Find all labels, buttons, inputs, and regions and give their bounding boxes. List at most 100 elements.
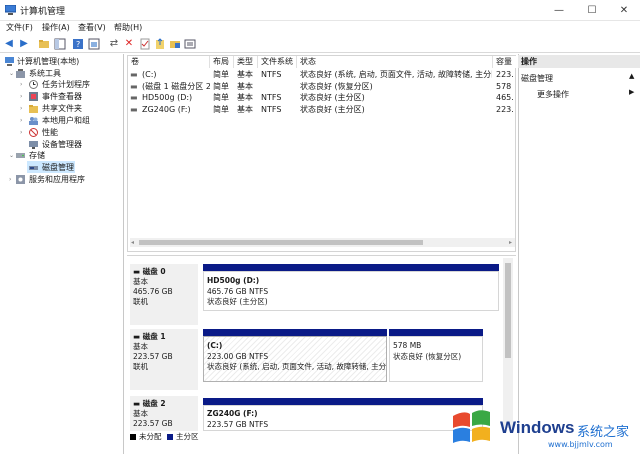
expand-icon[interactable]: › [20,117,26,124]
watermark-brand: Windows [500,418,575,437]
col-header-type[interactable]: 类型 [234,56,258,68]
watermark-cn: 系统之家 [577,425,630,440]
expand-icon[interactable]: › [20,93,26,100]
back-arrow-icon[interactable]: ◀ [3,38,15,50]
col-header-volume[interactable]: 卷 [128,56,210,68]
actions-disk-management[interactable]: 磁盘管理 [521,73,553,84]
partition-status: 状态良好 (恢复分区) [393,351,462,361]
cell-capacity: 578 [496,81,512,91]
cell-volume: (C:) [142,70,157,79]
collapse-icon[interactable]: ⌄ [9,152,15,159]
col-header-filesystem[interactable]: 文件系统 [258,56,297,68]
col-header-status[interactable]: 状态 [297,56,493,68]
properties-icon[interactable] [88,38,100,50]
cell-type: 基本 [237,93,253,102]
col-header-capacity[interactable]: 容量 [493,56,517,68]
connect-icon[interactable]: ⇄ [108,38,120,50]
storage-icon [16,151,25,160]
tree-local-users[interactable]: 本地用户和组 [42,115,90,126]
volume-icon: ▬ [130,93,138,102]
disk-type: 基本 [133,342,148,351]
partition-size: 465.76 GB NTFS [207,286,269,296]
tree-event-viewer[interactable]: 事件查看器 [42,91,82,102]
disk-1-info[interactable]: ▬ 磁盘 1 基本 223.57 GB 联机 [130,329,198,390]
expand-icon[interactable]: › [9,176,15,183]
expand-icon[interactable]: › [20,129,26,136]
scroll-right-icon[interactable]: ▸ [509,239,512,246]
col-header-layout[interactable]: 布局 [210,56,234,68]
forward-arrow-icon[interactable]: ▶ [18,38,30,50]
view-list-icon[interactable] [184,38,196,50]
disk-name: ▬ 磁盘 0 [133,267,195,277]
folder-icon[interactable] [169,38,181,50]
cell-status: 状态良好 (恢复分区) [300,81,373,91]
cell-status: 状态良好 (主分区) [300,104,365,114]
up-folder-icon[interactable] [38,38,50,50]
disk-icon: ▬ [133,332,143,341]
cell-filesystem: NTFS [261,104,282,114]
clock-icon [29,80,38,89]
toolbar: ◀ ▶ ? ⇄ ✕ [0,35,640,53]
check-icon[interactable] [139,38,151,50]
help-icon[interactable]: ? [72,38,84,50]
expand-icon[interactable]: › [20,105,26,112]
vertical-scroll-thumb[interactable] [505,263,511,358]
menu-view[interactable]: 查看(V) [78,22,106,33]
tree-shared-folders[interactable]: 共享文件夹 [42,103,82,114]
tree-device-manager[interactable]: 设备管理器 [42,139,82,150]
scroll-left-icon[interactable]: ◂ [131,239,134,246]
tree-disk-management[interactable]: 磁盘管理 [42,162,74,173]
table-row[interactable]: ▬ (磁盘 1 磁盘分区 2) 简单 基本 状态良好 (恢复分区) 578 [128,81,517,93]
cell-type: 基本 [237,104,253,114]
submenu-arrow-icon[interactable]: ▶ [629,88,634,96]
close-button[interactable]: ✕ [608,0,640,21]
tree-system-tools[interactable]: 系统工具 [29,68,61,79]
minimize-button[interactable]: — [543,0,575,21]
cell-layout: 简单 [213,70,229,79]
table-row[interactable]: ▬ ZG240G (F:) 简单 基本 NTFS 状态良好 (主分区) 223. [128,104,517,116]
disk-type: 基本 [133,409,148,418]
delete-icon[interactable]: ✕ [123,38,135,50]
table-row[interactable]: ▬ (C:) 简单 基本 NTFS 状态良好 (系统, 启动, 页面文件, 活动… [128,69,517,81]
actions-more[interactable]: 更多操作 [537,89,569,100]
show-hide-tree-icon[interactable] [54,38,66,50]
cell-volume: ZG240G (F:) [142,104,191,114]
cell-type: 基本 [237,70,253,79]
cell-layout: 简单 [213,81,229,91]
volume-icon: ▬ [130,104,138,114]
disk-0-info[interactable]: ▬ 磁盘 0 基本 465.76 GB 联机 [130,264,198,325]
partition-c[interactable]: (C:) 223.00 GB NTFS 状态良好 (系统, 启动, 页面文件, … [203,336,387,382]
tree-performance[interactable]: 性能 [42,127,58,138]
cell-layout: 简单 [213,93,229,102]
disk-name: ▬ 磁盘 2 [133,399,195,409]
windows-logo-icon [453,410,490,443]
legend-primary-label: 主分区 [176,432,199,441]
disk-status: 联机 [133,362,148,371]
collapse-icon[interactable]: ⌄ [9,70,15,77]
tree-task-scheduler[interactable]: 任务计划程序 [42,79,90,90]
menu-action[interactable]: 操作(A) [42,22,70,33]
cell-layout: 简单 [213,104,229,114]
disk-0-name: 磁盘 0 [142,267,166,276]
export-icon[interactable] [154,38,166,50]
table-row[interactable]: ▬ HD500g (D:) 简单 基本 NTFS 状态良好 (主分区) 465. [128,92,517,104]
partition-size: 578 MB [393,341,422,350]
partition-size: 223.00 GB NTFS [207,351,269,361]
partition-d[interactable]: HD500g (D:) 465.76 GB NTFS 状态良好 (主分区) [203,271,499,311]
partition-recovery[interactable]: 578 MB 状态良好 (恢复分区) [389,336,483,382]
maximize-button[interactable]: ☐ [576,0,608,21]
services-icon [16,175,25,184]
horizontal-scroll-thumb[interactable] [139,240,423,245]
cell-status: 状态良好 (主分区) [300,93,365,102]
expand-icon[interactable]: › [20,81,26,88]
tree-root[interactable]: 计算机管理(本地) [17,56,79,67]
cell-filesystem: NTFS [261,93,282,102]
tree-services-apps[interactable]: 服务和应用程序 [29,174,85,185]
tree-storage[interactable]: 存储 [29,150,45,161]
disk-size: 465.76 GB [133,287,173,296]
menu-help[interactable]: 帮助(H) [114,22,142,33]
menu-file[interactable]: 文件(F) [6,22,33,33]
collapse-up-icon[interactable]: ▲ [629,72,634,80]
disk-2-info[interactable]: ▬ 磁盘 2 基本 223.57 GB [130,396,198,431]
cell-capacity: 465. [496,93,514,102]
